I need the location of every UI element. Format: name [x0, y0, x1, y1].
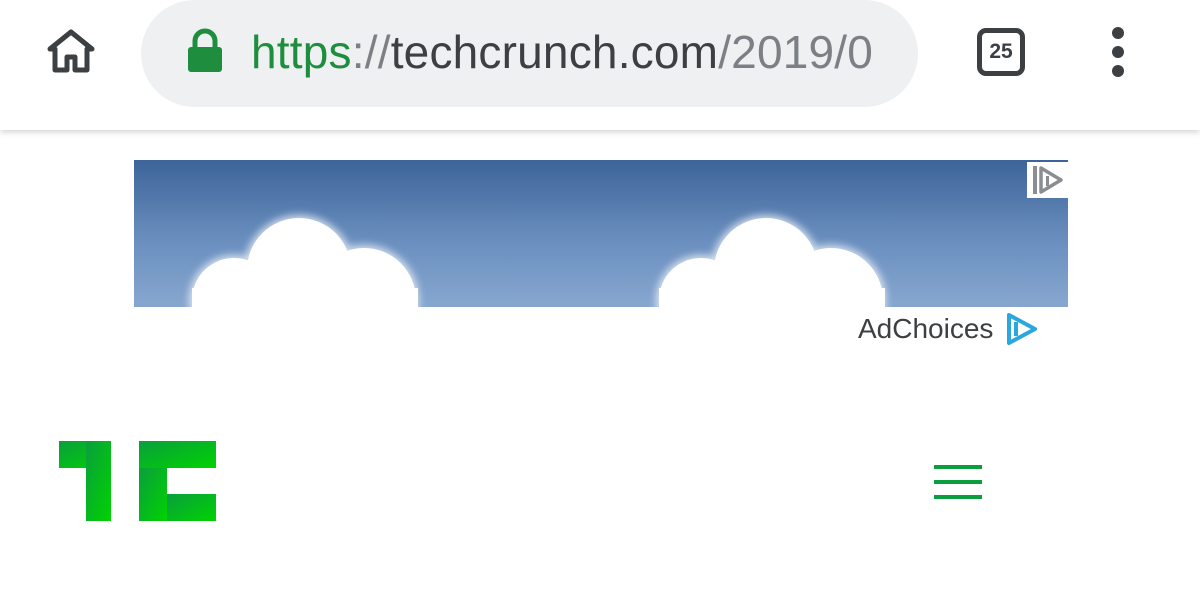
ad-info-button[interactable]	[1027, 162, 1068, 198]
url-host: techcrunch.com	[390, 26, 719, 78]
url-separator: ://	[351, 26, 391, 78]
adchoices-label: AdChoices	[858, 313, 994, 344]
ad-banner-clouds	[189, 215, 886, 307]
cloud-right	[656, 215, 886, 307]
adchoices-link[interactable]: AdChoices	[858, 308, 1039, 350]
adchoices-icon	[1007, 313, 1038, 345]
site-menu-button[interactable]	[922, 452, 994, 512]
home-icon	[47, 29, 95, 73]
more-vert-icon	[1112, 27, 1124, 77]
home-button[interactable]	[40, 20, 102, 82]
tab-count: 25	[989, 40, 1013, 63]
tab-switcher-icon: 25	[977, 28, 1025, 76]
hamburger-menu-icon	[934, 465, 982, 499]
lock-icon	[188, 28, 222, 72]
url-text[interactable]: https://techcrunch.com/2019/0	[251, 22, 891, 82]
url-path: /2019/0	[718, 26, 874, 78]
cloud-left	[189, 215, 419, 307]
ad-banner[interactable]	[134, 160, 1068, 307]
browser-toolbar: https://techcrunch.com/2019/0 25	[0, 0, 1200, 130]
techcrunch-logo[interactable]	[59, 441, 216, 521]
url-scheme: https	[251, 26, 352, 78]
browser-menu-button[interactable]	[1096, 20, 1140, 82]
ad-info-icon	[1033, 166, 1063, 194]
tab-switcher-button[interactable]: 25	[970, 21, 1032, 83]
